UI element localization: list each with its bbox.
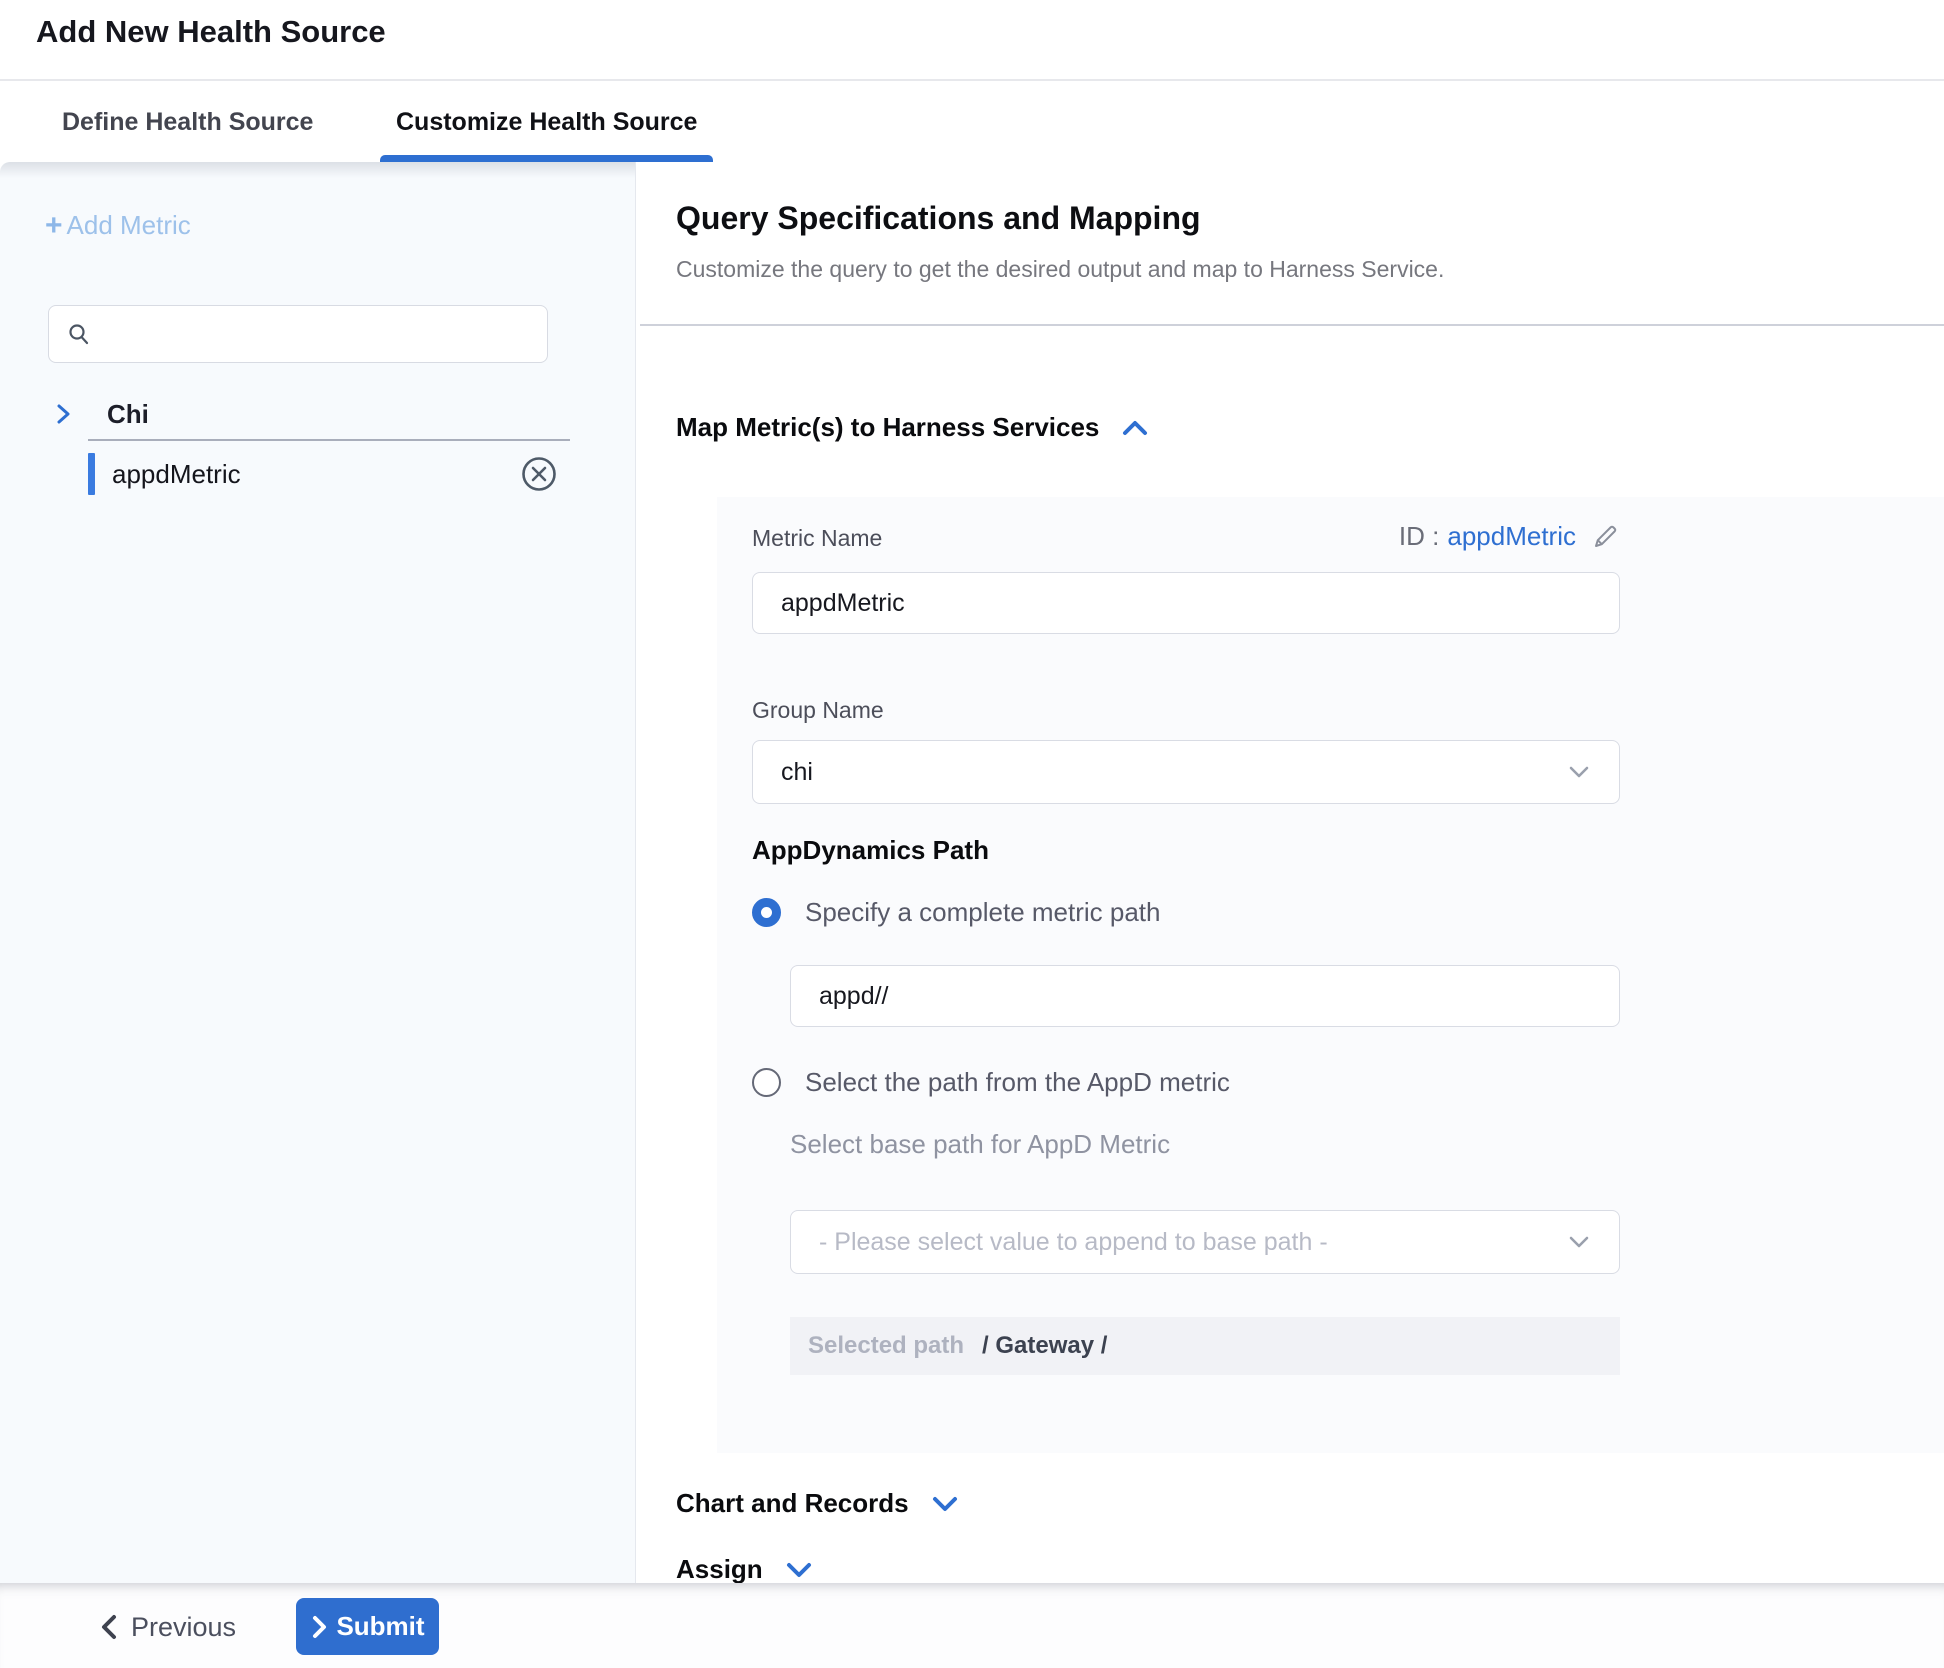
id-label: ID :: [1399, 521, 1439, 552]
tab-define-health-source[interactable]: Define Health Source: [62, 83, 313, 162]
submit-label: Submit: [336, 1611, 424, 1642]
circle-x-icon: [520, 455, 558, 493]
page-title: Add New Health Source: [36, 14, 386, 50]
metrics-sidebar: + Add Metric Chi appdMetric: [0, 162, 636, 1583]
section-title: Map Metric(s) to Harness Services: [676, 412, 1099, 443]
submit-button[interactable]: Submit: [296, 1598, 439, 1655]
radio-label: Select the path from the AppD metric: [805, 1067, 1230, 1098]
edit-id-button[interactable]: [1590, 522, 1620, 552]
base-path-placeholder: - Please select value to append to base …: [819, 1228, 1328, 1257]
section-title: Chart and Records: [676, 1488, 909, 1519]
chevron-up-icon: [1121, 418, 1149, 438]
chevron-down-icon: [931, 1494, 959, 1514]
tab-customize-health-source[interactable]: Customize Health Source: [380, 83, 713, 162]
group-label: Chi: [107, 399, 149, 430]
dialog-body: + Add Metric Chi appdMetric: [0, 162, 1944, 1583]
panel-subtitle: Customize the query to get the desired o…: [676, 256, 1444, 283]
chevron-down-icon: [1567, 764, 1591, 780]
base-path-label: Select base path for AppD Metric: [790, 1129, 1170, 1160]
add-health-source-dialog: Add New Health Source Define Health Sour…: [0, 0, 1944, 1668]
id-value-link[interactable]: appdMetric: [1447, 521, 1576, 552]
search-icon: [67, 322, 91, 346]
metric-id-row: ID : appdMetric: [1399, 521, 1620, 552]
base-path-select[interactable]: - Please select value to append to base …: [790, 1210, 1620, 1274]
chevron-left-icon: [99, 1614, 119, 1640]
sidebar-item-appdmetric[interactable]: appdMetric: [0, 450, 636, 498]
remove-metric-button[interactable]: [520, 455, 558, 493]
metric-name-label: Metric Name: [752, 525, 882, 552]
dialog-footer: Previous Submit: [0, 1583, 1944, 1668]
map-metrics-card: Metric Name ID : appdMetric Group Name c…: [717, 497, 1944, 1453]
chevron-right-icon: [52, 403, 74, 425]
query-spec-panel: Query Specifications and Mapping Customi…: [636, 162, 1944, 1583]
selected-path-value: / Gateway /: [982, 1332, 1107, 1360]
section-title: Assign: [676, 1554, 763, 1585]
radio-complete-metric-path[interactable]: Specify a complete metric path: [752, 897, 1161, 928]
group-name-label: Group Name: [752, 697, 884, 724]
previous-label: Previous: [131, 1612, 236, 1643]
section-chart-and-records-toggle[interactable]: Chart and Records: [676, 1488, 959, 1519]
radio-unselected-icon: [752, 1068, 781, 1097]
selected-indicator: [88, 453, 95, 495]
tab-label: Customize Health Source: [396, 108, 697, 137]
metric-label: appdMetric: [112, 459, 241, 490]
divider: [640, 324, 1944, 326]
section-map-metrics-toggle[interactable]: Map Metric(s) to Harness Services: [676, 412, 1149, 443]
active-tab-underline: [380, 155, 713, 162]
section-assign-toggle[interactable]: Assign: [676, 1554, 813, 1585]
sidebar-divider: [88, 439, 570, 441]
add-metric-label: Add Metric: [67, 210, 191, 241]
radio-select-appd-path[interactable]: Select the path from the AppD metric: [752, 1067, 1230, 1098]
metric-name-input[interactable]: [752, 572, 1620, 634]
metric-search-box[interactable]: [48, 305, 548, 363]
previous-button[interactable]: Previous: [99, 1601, 236, 1653]
chevron-down-icon: [785, 1560, 813, 1580]
chevron-down-icon: [1567, 1234, 1591, 1250]
radio-label: Specify a complete metric path: [805, 897, 1161, 928]
appdynamics-path-label: AppDynamics Path: [752, 835, 989, 866]
plus-icon: +: [45, 213, 63, 239]
chevron-right-icon: [310, 1615, 328, 1639]
pencil-icon: [1590, 522, 1620, 552]
dialog-header: Add New Health Source: [0, 0, 1944, 81]
group-name-value: chi: [781, 758, 813, 787]
add-metric-button[interactable]: + Add Metric: [45, 210, 191, 241]
selected-path-label: Selected path: [808, 1332, 964, 1360]
panel-title: Query Specifications and Mapping: [676, 200, 1201, 237]
search-input[interactable]: [103, 320, 523, 348]
metric-path-input[interactable]: [790, 965, 1620, 1027]
tab-label: Define Health Source: [62, 108, 313, 137]
tab-bar: Define Health Source Customize Health So…: [0, 83, 1944, 162]
sidebar-group-chi[interactable]: Chi: [0, 390, 636, 438]
group-name-select[interactable]: chi: [752, 740, 1620, 804]
radio-selected-icon: [752, 898, 781, 927]
selected-path-bar: Selected path / Gateway /: [790, 1317, 1620, 1375]
